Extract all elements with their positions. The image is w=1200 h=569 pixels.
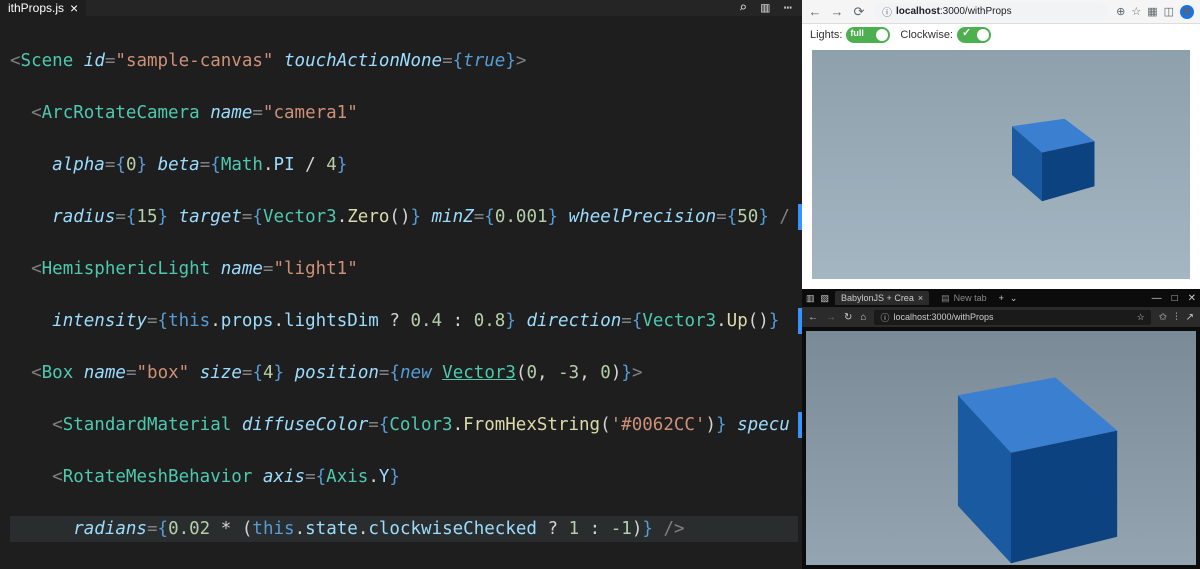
- fav-icon[interactable]: ✩: [1159, 312, 1167, 323]
- ext-icon[interactable]: ▦: [1147, 5, 1157, 18]
- close-icon[interactable]: ×: [918, 293, 923, 303]
- edge-browser: ▥ ▧ BabylonJS + Crea× ▤ New tab + ⌄ — □ …: [802, 289, 1200, 569]
- chrome-toolbar: ← → ⟳ ⓘ localhost:3000/withProps ⊕ ☆ ▦ ◫…: [802, 0, 1200, 24]
- tab-actions: ⌕ ▥ ⋯: [739, 0, 802, 17]
- browsers-pane: ← → ⟳ ⓘ localhost:3000/withProps ⊕ ☆ ▦ ◫…: [802, 0, 1200, 569]
- reload-icon[interactable]: ↻: [844, 312, 852, 323]
- lights-label: Lights:: [810, 29, 842, 41]
- clockwise-label: Clockwise:: [900, 29, 953, 41]
- ext2-icon[interactable]: ◫: [1164, 5, 1174, 18]
- edge-tab-new[interactable]: ▤ New tab: [935, 291, 993, 306]
- split-icon[interactable]: ▥: [761, 0, 769, 17]
- page-icon: ▤: [941, 293, 950, 304]
- star-icon[interactable]: ☆: [1131, 5, 1141, 18]
- reading-icon[interactable]: ⫶: [1175, 312, 1178, 323]
- share-icon[interactable]: ↗: [1186, 312, 1194, 323]
- chevron-down-icon[interactable]: ⌄: [1010, 293, 1018, 304]
- edge-titlebar: ▥ ▧ BabylonJS + Crea× ▤ New tab + ⌄ — □ …: [802, 289, 1200, 307]
- reload-icon[interactable]: ⟳: [852, 4, 866, 20]
- search-icon[interactable]: ⌕: [739, 0, 747, 17]
- edge-nav: ← → ↻ ⌂ ⓘ localhost:3000/withProps ☆ ✩ ⫶…: [802, 307, 1200, 327]
- edge-address-bar[interactable]: ⓘ localhost:3000/withProps ☆: [874, 310, 1150, 325]
- close-window-icon[interactable]: ✕: [1188, 293, 1196, 304]
- babylon-canvas-top[interactable]: [812, 50, 1190, 279]
- more-icon[interactable]: ⋯: [784, 0, 792, 17]
- avatar[interactable]: B: [1180, 5, 1194, 19]
- star-icon[interactable]: ☆: [1137, 312, 1145, 323]
- close-icon[interactable]: ×: [70, 0, 78, 16]
- edge-tab-active[interactable]: BabylonJS + Crea×: [835, 291, 929, 305]
- back-icon[interactable]: ←: [808, 312, 818, 323]
- home-icon[interactable]: ⌂: [860, 312, 866, 323]
- lights-toggle[interactable]: full: [846, 27, 890, 43]
- forward-icon[interactable]: →: [830, 4, 844, 19]
- info-icon: ⓘ: [880, 311, 889, 324]
- editor-tab[interactable]: ithProps.js ×: [0, 0, 86, 16]
- set-aside-icon[interactable]: ▧: [821, 293, 830, 304]
- zoom-icon[interactable]: ⊕: [1116, 5, 1125, 18]
- info-icon: ⓘ: [882, 4, 892, 19]
- maximize-icon[interactable]: □: [1172, 293, 1178, 304]
- clockwise-toggle[interactable]: [957, 27, 991, 43]
- tab-filename: ithProps.js: [8, 1, 64, 15]
- address-bar[interactable]: ⓘ localhost:3000/withProps: [874, 3, 1108, 20]
- back-icon[interactable]: ←: [808, 4, 822, 19]
- app-controls: Lights: full Clockwise:: [802, 24, 1200, 46]
- tab-bar: ithProps.js × ⌕ ▥ ⋯: [0, 0, 802, 16]
- editor-pane: ithProps.js × ⌕ ▥ ⋯ <Scene id="sample-ca…: [0, 0, 802, 569]
- babylon-canvas-bottom[interactable]: [806, 331, 1196, 565]
- code-editor[interactable]: <Scene id="sample-canvas" touchActionNon…: [0, 16, 802, 569]
- tabs-icon[interactable]: ▥: [806, 293, 815, 304]
- chrome-browser: ← → ⟳ ⓘ localhost:3000/withProps ⊕ ☆ ▦ ◫…: [802, 0, 1200, 289]
- add-tab-icon[interactable]: +: [999, 293, 1004, 303]
- forward-icon[interactable]: →: [826, 312, 836, 323]
- minimize-icon[interactable]: —: [1152, 293, 1162, 304]
